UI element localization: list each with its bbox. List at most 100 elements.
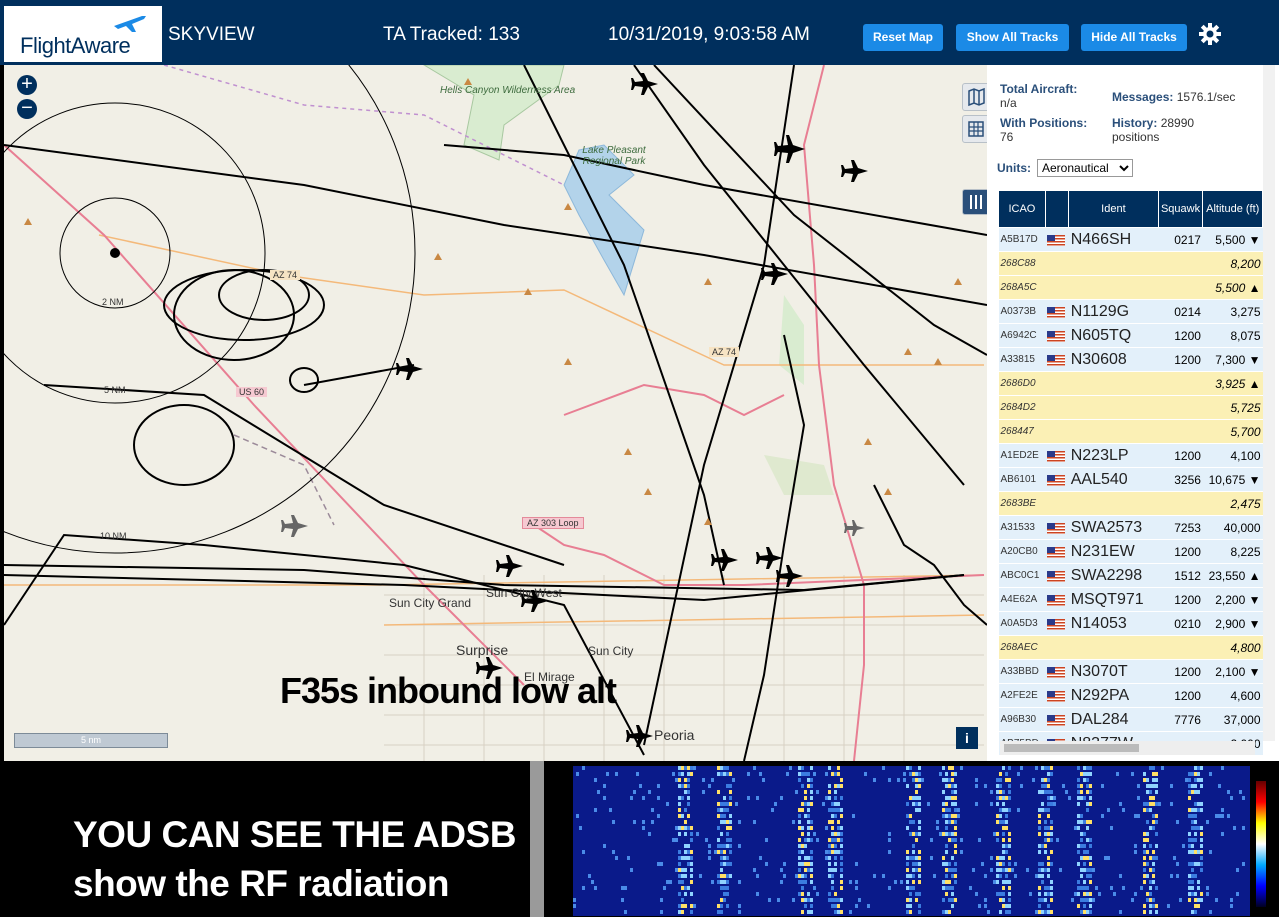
squawk-cell <box>1158 635 1203 660</box>
place-surprise: Surprise <box>456 642 509 658</box>
aircraft-row[interactable]: 2684D2 5,725 <box>998 395 1263 420</box>
column-header-altitude[interactable]: Altitude (ft) <box>1202 190 1263 228</box>
map-layers-button[interactable] <box>962 83 987 111</box>
ident-cell: N3070T <box>1068 659 1159 684</box>
units-select[interactable]: Aeronautical <box>1037 159 1133 177</box>
altitude-value: 7,300 <box>1215 352 1246 367</box>
altitude-value: 4,600 <box>1230 688 1261 703</box>
aircraft-row[interactable]: A96B30 DAL284 7776 37,000 <box>998 707 1263 732</box>
aircraft-row[interactable]: 2683BE 2,475 <box>998 491 1263 516</box>
aircraft-row[interactable]: 268AEC 4,800 <box>998 635 1263 660</box>
reset-map-button[interactable]: Reset Map <box>863 24 943 51</box>
aircraft-row[interactable]: A6942C N605TQ 1200 8,075 <box>998 323 1263 348</box>
ident-cell <box>1068 251 1159 276</box>
gear-icon[interactable] <box>1198 22 1222 46</box>
aircraft-row[interactable]: 268C88 8,200 <box>998 251 1263 276</box>
ident-cell: N292PA <box>1068 683 1159 708</box>
place-sun-city-west: Sun City West <box>486 586 562 600</box>
aircraft-row[interactable]: ABC0C1 SWA2298 1512 23,550 ▲ <box>998 563 1263 588</box>
squawk-cell: 1200 <box>1158 683 1203 708</box>
aircraft-row[interactable]: A0A5D3 N14053 0210 2,900 ▼ <box>998 611 1263 636</box>
aircraft-row[interactable]: A0373B N1129G 0214 3,275 <box>998 299 1263 324</box>
vertical-scrollbar[interactable] <box>1263 65 1275 741</box>
aircraft-row[interactable]: A20CB0 N231EW 1200 8,225 <box>998 539 1263 564</box>
squawk-cell: 0210 <box>1158 611 1203 636</box>
altitude-value: 2,200 <box>1215 592 1246 607</box>
altitude-value: 8,075 <box>1230 328 1261 343</box>
column-header-ident[interactable]: Ident <box>1068 190 1159 228</box>
flag-cell <box>1045 539 1069 564</box>
us-flag-icon <box>1047 690 1066 702</box>
altitude-cell: 8,225 <box>1202 539 1263 564</box>
column-header-squawk[interactable]: Squawk <box>1157 190 1204 228</box>
ident-cell: MSQT971 <box>1068 587 1159 612</box>
range-ring-label: 2 NM <box>102 297 124 307</box>
us-flag-icon <box>1047 666 1066 678</box>
aircraft-row[interactable]: A1ED2E N223LP 1200 4,100 <box>998 443 1263 468</box>
squawk-cell: 1200 <box>1158 539 1203 564</box>
squawk-cell: 7776 <box>1158 707 1203 732</box>
altitude-cell: 8,200 <box>1202 251 1263 276</box>
ident-cell <box>1068 371 1159 396</box>
altitude-value: 4,800 <box>1230 640 1261 655</box>
icao-cell: 268C88 <box>998 251 1046 276</box>
place-sun-city-grand: Sun City Grand <box>389 596 472 610</box>
squawk-cell: 1512 <box>1158 563 1203 588</box>
ident-cell: N1129G <box>1068 299 1159 324</box>
aircraft-row[interactable]: A4E62A MSQT971 1200 2,200 ▼ <box>998 587 1263 612</box>
aircraft-row[interactable]: 2686D0 3,925 ▲ <box>998 371 1263 396</box>
map-view[interactable]: Hells Canyon Wilderness Area Lake Pleasa… <box>4 65 987 761</box>
altitude-value: 5,725 <box>1230 400 1261 415</box>
flag-cell <box>1045 587 1069 612</box>
aircraft-row[interactable]: A33815 N30608 1200 7,300 ▼ <box>998 347 1263 372</box>
annotation-caption: F35s inbound low alt <box>280 670 617 711</box>
flag-cell <box>1045 323 1069 348</box>
zoom-in-button[interactable]: + <box>17 74 37 95</box>
bottom-banner: YOU CAN SEE THE ADSB show the RF radiati… <box>0 761 1279 917</box>
aircraft-row[interactable]: A2FE2E N292PA 1200 4,600 <box>998 683 1263 708</box>
info-button[interactable]: i <box>956 727 978 749</box>
ident-cell: N466SH <box>1068 227 1159 252</box>
icao-cell: A0373B <box>998 299 1046 324</box>
altitude-trend-icon: ▲ <box>1248 376 1261 391</box>
column-header-icao[interactable]: ICAO <box>998 190 1046 228</box>
aircraft-row[interactable]: A31533 SWA2573 7253 40,000 <box>998 515 1263 540</box>
altitude-value: 3,925 <box>1215 376 1246 391</box>
icao-cell: A33815 <box>998 347 1046 372</box>
altitude-cell: 37,000 <box>1202 707 1263 732</box>
road-az74-label: AZ 74 <box>270 270 301 280</box>
hide-all-tracks-button[interactable]: Hide All Tracks <box>1081 24 1187 51</box>
place-peoria: Peoria <box>654 727 695 743</box>
flag-cell <box>1045 299 1069 324</box>
history-label: History: <box>1112 116 1158 130</box>
us-flag-icon <box>1047 618 1066 630</box>
show-all-tracks-button[interactable]: Show All Tracks <box>956 24 1069 51</box>
squawk-cell <box>1158 419 1203 444</box>
flag-cell <box>1045 371 1069 396</box>
aircraft-row[interactable]: A33BBD N3070T 1200 2,100 ▼ <box>998 659 1263 684</box>
altitude-value: 37,000 <box>1223 712 1261 727</box>
squawk-cell <box>1158 251 1203 276</box>
aircraft-row[interactable]: AB6101 AAL540 3256 10,675 ▼ <box>998 467 1263 492</box>
intensity-colorbar <box>1256 781 1266 907</box>
divider <box>530 761 544 917</box>
messages-value: 1576.1/sec <box>1176 90 1236 104</box>
altitude-cell: 5,500 ▲ <box>1202 275 1263 300</box>
horizontal-scrollbar[interactable] <box>1000 741 1255 755</box>
grid-toggle-button[interactable] <box>962 115 987 143</box>
aircraft-row[interactable]: 268A5C 5,500 ▲ <box>998 275 1263 300</box>
altitude-cell: 2,900 ▼ <box>1202 611 1263 636</box>
aircraft-row[interactable]: 268447 5,700 <box>998 419 1263 444</box>
columns-toggle-button[interactable] <box>962 189 987 215</box>
ident-cell: AAL540 <box>1068 467 1159 492</box>
squawk-cell <box>1158 371 1203 396</box>
aircraft-table: ICAO Ident Squawk Altitude (ft) A5B17D N4… <box>998 190 1263 756</box>
range-ring-label: 10 NM <box>100 531 127 541</box>
zoom-out-button[interactable]: − <box>17 98 37 119</box>
aircraft-row[interactable]: A5B17D N466SH 0217 5,500 ▼ <box>998 227 1263 252</box>
total-aircraft-stat: Total Aircraft: n/a <box>1000 82 1077 110</box>
altitude-cell: 8,075 <box>1202 323 1263 348</box>
grid-icon <box>968 121 984 137</box>
flightaware-logo[interactable]: FlightAware <box>4 6 162 62</box>
altitude-cell: 4,600 <box>1202 683 1263 708</box>
